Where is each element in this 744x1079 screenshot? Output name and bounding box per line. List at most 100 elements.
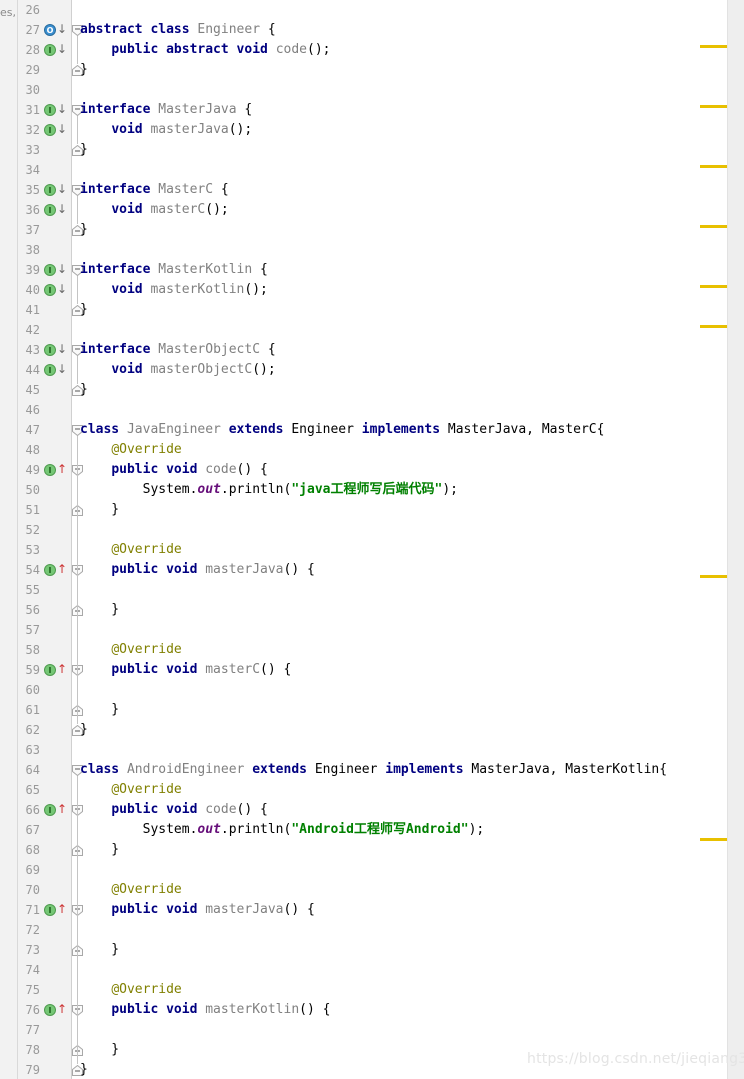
gutter-arrow-down-icon[interactable]: ↓ (57, 23, 67, 36)
override-icon[interactable]: O (44, 24, 56, 36)
implementing-icon[interactable]: I (44, 564, 56, 576)
code-text[interactable]: public void masterJava() { (80, 560, 315, 580)
code-line[interactable]: 63 (0, 740, 744, 760)
code-text[interactable]: public void code() { (80, 460, 268, 480)
code-line[interactable]: 69 (0, 860, 744, 880)
code-line[interactable]: 55 (0, 580, 744, 600)
code-text[interactable]: } (80, 300, 88, 320)
code-line[interactable]: 56 } (0, 600, 744, 620)
warning-stripe-marker[interactable] (700, 575, 727, 578)
code-text[interactable]: class AndroidEngineer extends Engineer i… (80, 760, 667, 780)
implemented-icon[interactable]: I (44, 284, 56, 296)
code-line[interactable]: 30 (0, 80, 744, 100)
implementing-icon[interactable]: I (44, 464, 56, 476)
warning-stripe-marker[interactable] (700, 225, 727, 228)
code-line[interactable]: 26 (0, 0, 744, 20)
code-text[interactable]: } (80, 840, 119, 860)
gutter-arrow-down-icon[interactable]: ↓ (57, 263, 67, 276)
gutter-arrow-down-icon[interactable]: ↓ (57, 203, 67, 216)
code-text[interactable]: public void masterKotlin() { (80, 1000, 330, 1020)
code-line[interactable]: 60 (0, 680, 744, 700)
code-text[interactable]: } (80, 380, 88, 400)
code-text[interactable]: void masterC(); (80, 200, 228, 220)
code-line[interactable]: 73 } (0, 940, 744, 960)
code-editor[interactable]: es, 26 27 O ↓ abstract class Engineer {28 I ↓ … (0, 0, 744, 1079)
code-text[interactable]: class JavaEngineer extends Engineer impl… (80, 420, 604, 440)
implementing-icon[interactable]: I (44, 1004, 56, 1016)
code-line[interactable]: 61 } (0, 700, 744, 720)
code-line[interactable]: 51 } (0, 500, 744, 520)
gutter-arrow-up-icon[interactable]: ↑ (57, 463, 67, 476)
code-line[interactable]: 67 System.out.println("Android工程师写Androi… (0, 820, 744, 840)
code-line[interactable]: 44 I ↓ void masterObjectC(); (0, 360, 744, 380)
code-text[interactable]: } (80, 720, 88, 740)
code-line[interactable]: 31 I ↓ interface MasterJava { (0, 100, 744, 120)
code-text[interactable]: } (80, 140, 88, 160)
code-line[interactable]: 71 I ↑ public void masterJava() { (0, 900, 744, 920)
code-text[interactable]: public void masterJava() { (80, 900, 315, 920)
code-text[interactable]: public void code() { (80, 800, 268, 820)
code-line[interactable]: 46 (0, 400, 744, 420)
warning-stripe-marker[interactable] (700, 45, 727, 48)
code-line[interactable]: 52 (0, 520, 744, 540)
code-line[interactable]: 72 (0, 920, 744, 940)
implemented-icon[interactable]: I (44, 264, 56, 276)
implemented-icon[interactable]: I (44, 124, 56, 136)
code-line[interactable]: 37} (0, 220, 744, 240)
gutter-arrow-down-icon[interactable]: ↓ (57, 363, 67, 376)
code-text[interactable]: interface MasterObjectC { (80, 340, 276, 360)
implementing-icon[interactable]: I (44, 804, 56, 816)
code-line[interactable]: 53 @Override (0, 540, 744, 560)
gutter-arrow-up-icon[interactable]: ↑ (57, 563, 67, 576)
gutter-arrow-down-icon[interactable]: ↓ (57, 103, 67, 116)
implementing-icon[interactable]: I (44, 664, 56, 676)
implementing-icon[interactable]: I (44, 904, 56, 916)
code-line[interactable]: 41} (0, 300, 744, 320)
code-line[interactable]: 54 I ↑ public void masterJava() { (0, 560, 744, 580)
code-text[interactable]: } (80, 500, 119, 520)
code-text[interactable]: } (80, 600, 119, 620)
code-line[interactable]: 50 System.out.println("java工程师写后端代码"); (0, 480, 744, 500)
error-stripe-marker-strip[interactable] (727, 0, 744, 1079)
code-line[interactable]: 68 } (0, 840, 744, 860)
implemented-icon[interactable]: I (44, 44, 56, 56)
code-line[interactable]: 70 @Override (0, 880, 744, 900)
implemented-icon[interactable]: I (44, 204, 56, 216)
warning-stripe-marker[interactable] (700, 838, 727, 841)
gutter-arrow-down-icon[interactable]: ↓ (57, 43, 67, 56)
code-line[interactable]: 59 I ↑ public void masterC() { (0, 660, 744, 680)
code-line[interactable]: 39 I ↓ interface MasterKotlin { (0, 260, 744, 280)
gutter-arrow-up-icon[interactable]: ↑ (57, 903, 67, 916)
gutter-arrow-down-icon[interactable]: ↓ (57, 343, 67, 356)
code-line[interactable]: 57 (0, 620, 744, 640)
code-text[interactable]: } (80, 220, 88, 240)
implemented-icon[interactable]: I (44, 364, 56, 376)
code-line[interactable]: 64 class AndroidEngineer extends Engineer… (0, 760, 744, 780)
code-line[interactable]: 62} (0, 720, 744, 740)
warning-stripe-marker[interactable] (700, 105, 727, 108)
code-line[interactable]: 58 @Override (0, 640, 744, 660)
code-line[interactable]: 32 I ↓ void masterJava(); (0, 120, 744, 140)
implemented-icon[interactable]: I (44, 104, 56, 116)
code-text[interactable]: @Override (80, 540, 181, 560)
code-text[interactable]: void masterJava(); (80, 120, 252, 140)
code-text[interactable]: System.out.println("java工程师写后端代码"); (80, 480, 458, 500)
code-line[interactable]: 34 (0, 160, 744, 180)
warning-stripe-marker[interactable] (700, 285, 727, 288)
implemented-icon[interactable]: I (44, 344, 56, 356)
gutter-arrow-up-icon[interactable]: ↑ (57, 1003, 67, 1016)
code-line[interactable]: 33} (0, 140, 744, 160)
code-text[interactable]: } (80, 60, 88, 80)
code-line[interactable]: 47 class JavaEngineer extends Engineer im… (0, 420, 744, 440)
code-line[interactable]: 35 I ↓ interface MasterC { (0, 180, 744, 200)
code-line[interactable]: 40 I ↓ void masterKotlin(); (0, 280, 744, 300)
code-line[interactable]: 77 (0, 1020, 744, 1040)
code-line[interactable]: 65 @Override (0, 780, 744, 800)
implemented-icon[interactable]: I (44, 184, 56, 196)
code-text[interactable]: @Override (80, 440, 181, 460)
code-line[interactable]: 27 O ↓ abstract class Engineer { (0, 20, 744, 40)
code-text[interactable]: } (80, 940, 119, 960)
code-text[interactable]: abstract class Engineer { (80, 20, 276, 40)
code-line[interactable]: 48 @Override (0, 440, 744, 460)
code-text[interactable]: public abstract void code(); (80, 40, 330, 60)
